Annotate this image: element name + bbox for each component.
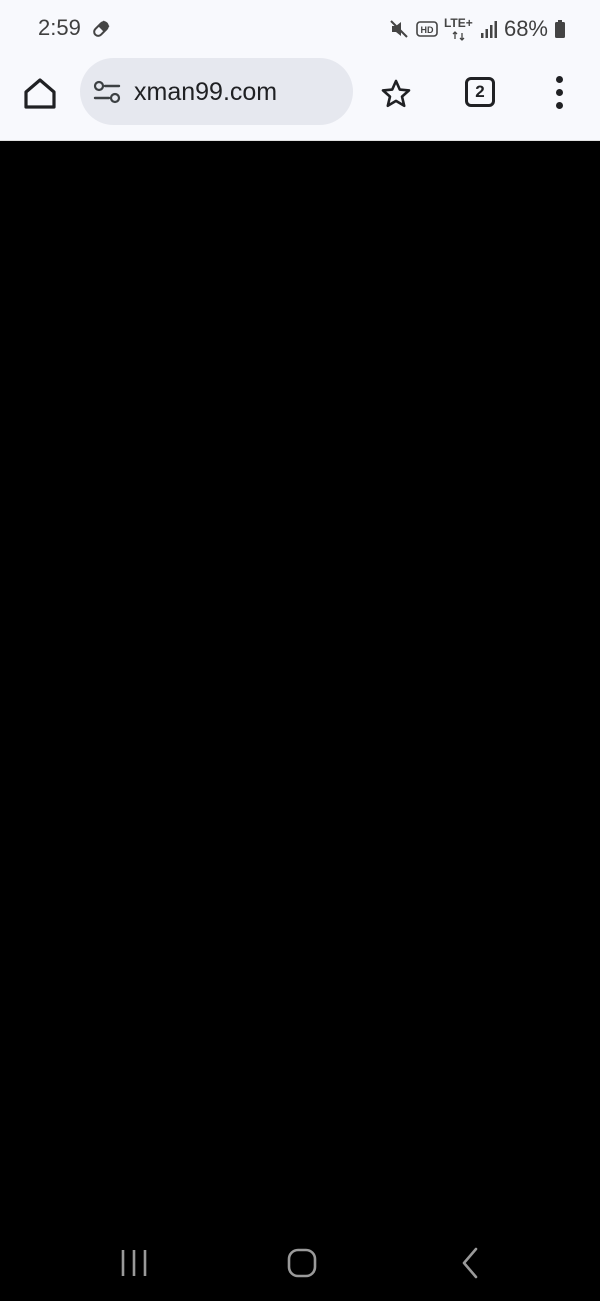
signal-icon [480, 21, 497, 38]
phone-screen: 2:59 HD LTE+ 68% xman99.com 2 [0, 0, 600, 1301]
tab-switcher-icon[interactable]: 2 [465, 77, 495, 107]
hd-icon: HD [416, 21, 438, 37]
tab-count: 2 [475, 82, 485, 101]
lte-plus-icon: LTE+ [444, 16, 474, 42]
home-icon[interactable] [22, 75, 58, 111]
network-label: LTE+ [443, 16, 473, 30]
status-icons: HD LTE+ 68% [388, 14, 566, 44]
bookmark-star-icon[interactable] [380, 78, 412, 110]
mute-icon [390, 20, 408, 38]
address-bar[interactable]: xman99.com [80, 58, 353, 125]
browser-toolbar: xman99.com 2 [0, 58, 600, 141]
url-text[interactable]: xman99.com [134, 78, 277, 107]
battery-icon [555, 20, 565, 38]
site-settings-icon[interactable] [93, 80, 121, 104]
back-icon[interactable] [440, 1243, 500, 1283]
more-options-icon[interactable] [548, 76, 572, 110]
pill-icon [93, 20, 110, 37]
recents-icon[interactable] [104, 1243, 164, 1283]
status-bar: 2:59 HD LTE+ 68% [0, 0, 600, 58]
status-time: 2:59 [38, 15, 81, 40]
svg-text:HD: HD [420, 25, 433, 35]
web-page-content[interactable] [0, 141, 600, 1221]
home-icon[interactable] [272, 1243, 332, 1283]
system-nav-bar [0, 1221, 600, 1301]
battery-percent: 68% [503, 16, 548, 41]
